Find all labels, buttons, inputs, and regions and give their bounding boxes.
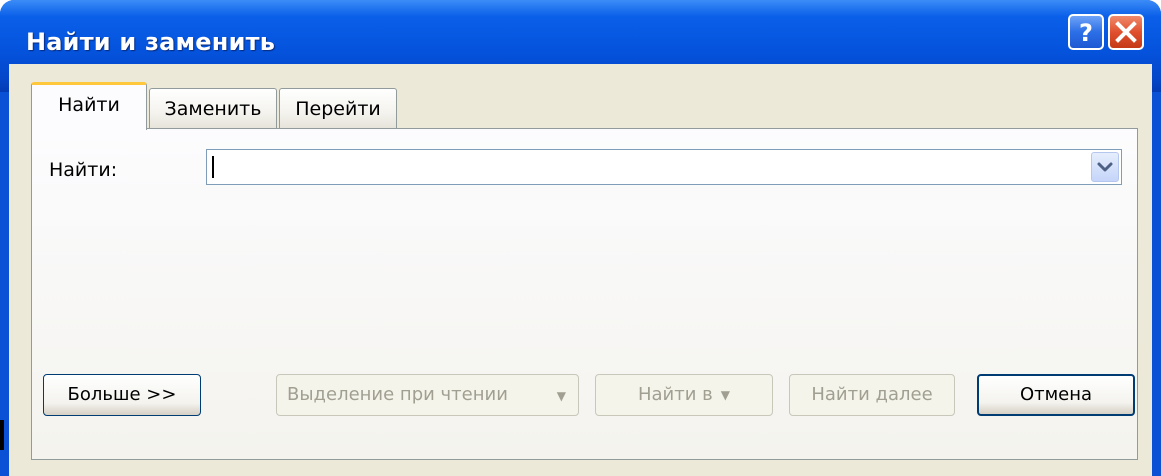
find-dropdown-button[interactable] xyxy=(1091,152,1119,182)
find-next-button[interactable]: Найти далее xyxy=(789,374,955,416)
help-button[interactable]: ? xyxy=(1068,14,1104,50)
reading-highlight-button[interactable]: Выделение при чтении ▼ xyxy=(276,374,579,416)
dialog-body: Найти Заменить Перейти Найти: Больше >> xyxy=(9,64,1152,476)
reading-highlight-label: Выделение при чтении xyxy=(287,384,508,405)
find-combobox[interactable] xyxy=(206,149,1122,185)
cancel-button[interactable]: Отмена xyxy=(977,374,1135,416)
question-mark-icon: ? xyxy=(1079,19,1093,47)
tab-replace[interactable]: Заменить xyxy=(149,88,277,128)
tab-replace-label: Заменить xyxy=(164,98,262,120)
dropdown-arrow-icon: ▼ xyxy=(556,389,566,403)
find-in-button[interactable]: Найти в ▼ xyxy=(595,374,773,416)
close-button[interactable] xyxy=(1108,14,1144,50)
more-button[interactable]: Больше >> xyxy=(43,374,201,416)
tab-goto-label: Перейти xyxy=(295,98,381,120)
find-next-label: Найти далее xyxy=(811,384,933,405)
edge-artifact xyxy=(0,420,4,450)
chevron-down-icon xyxy=(1097,162,1113,172)
close-x-icon xyxy=(1115,21,1137,43)
tab-find[interactable]: Найти xyxy=(31,82,147,130)
find-in-label: Найти в xyxy=(637,384,713,405)
svg-text:?: ? xyxy=(1079,19,1093,47)
dropdown-arrow-icon: ▼ xyxy=(720,388,730,402)
window-title: Найти и заменить xyxy=(26,28,276,56)
cancel-label: Отмена xyxy=(1019,384,1093,405)
more-button-label: Больше >> xyxy=(67,384,177,405)
text-caret xyxy=(212,156,214,178)
tab-goto[interactable]: Перейти xyxy=(279,88,397,128)
tab-find-label: Найти xyxy=(58,94,120,116)
find-input[interactable] xyxy=(215,154,1075,180)
find-label: Найти: xyxy=(49,159,118,181)
find-replace-dialog: Найти и заменить ? Найти Заменить Перейт… xyxy=(0,0,1161,476)
